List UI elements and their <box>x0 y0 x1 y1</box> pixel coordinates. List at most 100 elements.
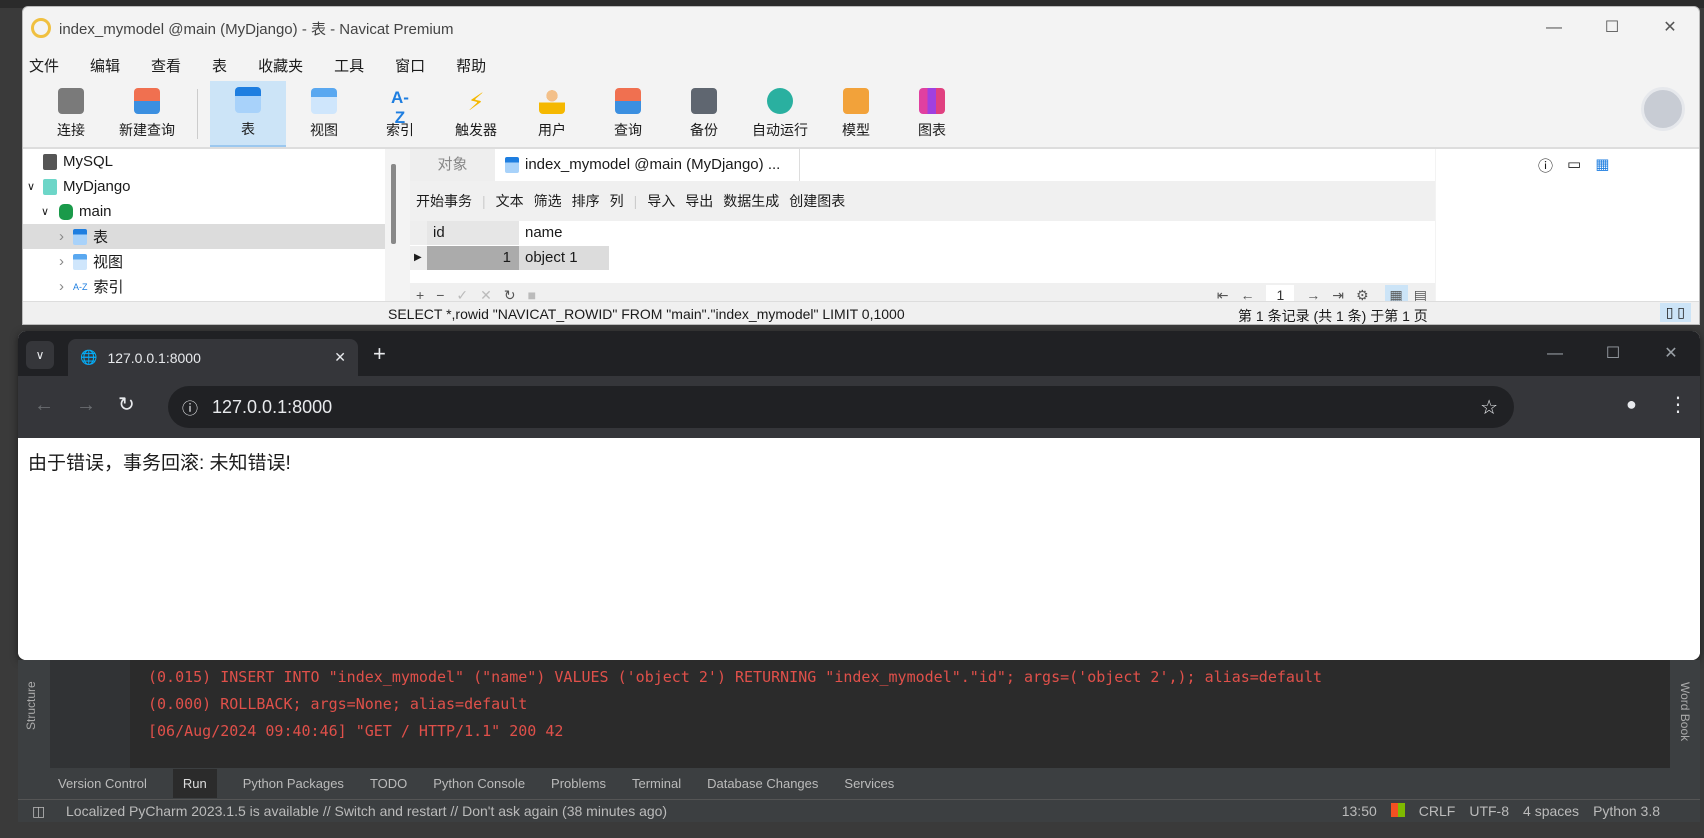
chevron-right-icon: › <box>59 278 64 295</box>
ddl-icon[interactable]: ▭ <box>1567 155 1581 176</box>
new-tab-button[interactable]: + <box>373 341 386 367</box>
line-separator[interactable]: CRLF <box>1419 803 1456 819</box>
navicat-logo-icon <box>31 18 51 38</box>
tab-search-button[interactable]: ∨ <box>26 341 54 369</box>
close-button[interactable]: ✕ <box>1641 7 1699 49</box>
new-query-button[interactable]: 新建查询 <box>109 81 185 147</box>
tree-item-tables[interactable]: › 表 <box>23 224 385 249</box>
tab-run[interactable]: Run <box>172 769 217 798</box>
tab-index-mymodel[interactable]: index_mymodel @main (MyDjango) ... <box>495 149 800 181</box>
table-button[interactable]: 表 <box>210 81 286 147</box>
label: 索引 <box>93 279 124 296</box>
view-button[interactable]: 视图 <box>286 81 362 147</box>
tree-item-views[interactable]: › 视图 <box>23 249 385 274</box>
profile-icon[interactable]: ● <box>1626 394 1637 415</box>
maximize-button[interactable]: ☐ <box>1584 331 1642 376</box>
filter-button[interactable]: 筛选 <box>534 191 562 211</box>
cell-name[interactable]: object 1 <box>519 246 609 270</box>
connect-button[interactable]: 连接 <box>33 81 109 147</box>
browser-tab[interactable]: 🌐 127.0.0.1:8000 ✕ <box>68 339 358 376</box>
tab-strip: ∨ 🌐 127.0.0.1:8000 ✕ + — ☐ ✕ <box>18 331 1700 376</box>
tab-bar: 对象 index_mymodel @main (MyDjango) ... <box>410 149 1435 181</box>
word-book-tool-button[interactable]: Word Book <box>1678 682 1692 741</box>
grid-icon[interactable]: ▦ <box>1595 155 1609 176</box>
tab-services[interactable]: Services <box>844 776 894 791</box>
sql-statement: SELECT *,rowid "NAVICAT_ROWID" FROM "mai… <box>388 306 905 322</box>
user-button[interactable]: 用户 <box>514 81 590 147</box>
begin-transaction-button[interactable]: 开始事务 <box>416 191 472 211</box>
site-info-icon[interactable]: ⓘ <box>182 395 198 419</box>
address-bar[interactable]: ⓘ 127.0.0.1:8000 ☆ <box>168 386 1514 428</box>
menu-view[interactable]: 查看 <box>151 55 181 76</box>
user-avatar[interactable] <box>1641 87 1685 131</box>
data-toolbar: 开始事务 | 文本 筛选 排序 列 | 导入 导出 数据生成 创建图表 <box>416 191 846 211</box>
data-generation-button[interactable]: 数据生成 <box>723 191 779 211</box>
tab-title: 127.0.0.1:8000 <box>107 349 201 366</box>
create-chart-button[interactable]: 创建图表 <box>789 191 845 211</box>
close-button[interactable]: ✕ <box>1642 331 1700 376</box>
maximize-button[interactable]: ☐ <box>1583 7 1641 49</box>
menu-window[interactable]: 窗口 <box>395 55 425 76</box>
tab-terminal[interactable]: Terminal <box>632 776 681 791</box>
tab-problems[interactable]: Problems <box>551 776 606 791</box>
tab-todo[interactable]: TODO <box>370 776 407 791</box>
backup-icon <box>691 88 717 114</box>
table-icon <box>235 87 261 113</box>
columns-button[interactable]: 列 <box>610 191 624 211</box>
encoding[interactable]: UTF-8 <box>1469 803 1509 819</box>
tree-item-indexes[interactable]: › A-Z 索引 <box>23 274 385 299</box>
automation-button[interactable]: 自动运行 <box>742 81 818 147</box>
menu-edit[interactable]: 编辑 <box>90 55 120 76</box>
export-button[interactable]: 导出 <box>685 191 713 211</box>
menu-tools[interactable]: 工具 <box>334 55 364 76</box>
minimize-button[interactable]: — <box>1526 331 1584 376</box>
panel-toggle-icons[interactable]: ▯ ▯ <box>1659 303 1691 322</box>
chart-button[interactable]: 图表 <box>894 81 970 147</box>
info-icon[interactable]: ⓘ <box>1538 155 1553 176</box>
column-header-name[interactable]: name <box>519 221 609 245</box>
browser-toolbar: ← → ↻ ⓘ 127.0.0.1:8000 ☆ ● ⋮ <box>18 376 1700 438</box>
interpreter[interactable]: Python 3.8 <box>1593 803 1660 819</box>
import-button[interactable]: 导入 <box>647 191 675 211</box>
layout-icon[interactable]: ◫ <box>32 803 45 820</box>
model-button[interactable]: 模型 <box>818 81 894 147</box>
reload-icon[interactable]: ↻ <box>118 392 135 417</box>
tab-version-control[interactable]: Version Control <box>58 776 147 791</box>
menu-file[interactable]: 文件 <box>29 55 59 76</box>
tab-database-changes[interactable]: Database Changes <box>707 776 818 791</box>
bookmark-star-icon[interactable]: ☆ <box>1480 395 1498 420</box>
menu-table[interactable]: 表 <box>212 55 227 76</box>
menu-help[interactable]: 帮助 <box>456 55 486 76</box>
tab-python-console[interactable]: Python Console <box>433 776 525 791</box>
menu-kebab-icon[interactable]: ⋮ <box>1668 392 1688 417</box>
sqlite-icon <box>43 178 57 195</box>
column-header-id[interactable]: id <box>427 221 519 245</box>
label: index_mymodel @main (MyDjango) ... <box>525 156 781 173</box>
tree-item-mysql[interactable]: MySQL <box>23 149 385 174</box>
label: 索引 <box>386 122 414 138</box>
close-tab-icon[interactable]: ✕ <box>334 349 346 366</box>
minimize-button[interactable]: — <box>1525 7 1583 49</box>
query-button[interactable]: 查询 <box>590 81 666 147</box>
menu-favorites[interactable]: 收藏夹 <box>258 55 303 76</box>
indent[interactable]: 4 spaces <box>1523 803 1579 819</box>
right-tool-strip: Word Book <box>1670 660 1700 768</box>
tab-objects[interactable]: 对象 <box>410 149 495 181</box>
cell-id[interactable]: 1 <box>427 246 519 270</box>
backup-button[interactable]: 备份 <box>666 81 742 147</box>
tree-scrollbar[interactable] <box>391 164 396 244</box>
text-button[interactable]: 文本 <box>496 191 524 211</box>
trigger-button[interactable]: ⚡ 触发器 <box>438 81 514 147</box>
label: 自动运行 <box>752 122 808 138</box>
sort-button[interactable]: 排序 <box>572 191 600 211</box>
tree-item-main[interactable]: ∨ main <box>23 199 385 224</box>
tree-item-mydjango[interactable]: ∨ MyDjango <box>23 174 385 199</box>
row-pointer-icon: ▶ <box>410 246 427 270</box>
structure-tool-button[interactable]: Structure <box>24 681 38 730</box>
index-button[interactable]: A-Z 索引 <box>362 81 438 147</box>
caret-position[interactable]: 13:50 <box>1342 803 1377 819</box>
forward-icon[interactable]: → <box>76 394 96 417</box>
tab-python-packages[interactable]: Python Packages <box>243 776 344 791</box>
update-notification[interactable]: Localized PyCharm 2023.1.5 is available … <box>66 803 667 819</box>
back-icon[interactable]: ← <box>34 394 54 417</box>
